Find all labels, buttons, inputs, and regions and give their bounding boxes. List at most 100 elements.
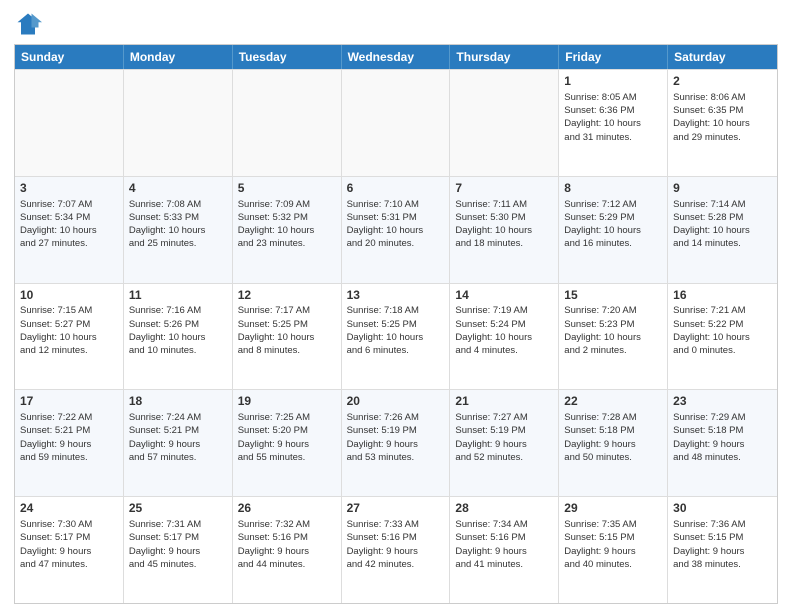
calendar-cell: 12Sunrise: 7:17 AM Sunset: 5:25 PM Dayli… [233,284,342,390]
day-info: Sunrise: 7:32 AM Sunset: 5:16 PM Dayligh… [238,519,310,570]
calendar-cell: 7 Sunrise: 7:11 AM Sunset: 5:30 PM Daylig… [450,177,559,283]
calendar-cell [15,70,124,176]
calendar-cell: 20 Sunrise: 7:26 AM Sunset: 5:19 PM Dayli… [342,390,451,496]
calendar-header-day: Sunday [15,45,124,69]
day-info: Sunrise: 7:09 AM Sunset: 5:32 PM Dayligh… [238,199,315,250]
day-info: Sunrise: 8:05 AM Sunset: 6:36 PM Dayligh… [564,92,641,143]
day-number: 29 [564,500,662,517]
day-number: 19 [238,393,336,410]
calendar-cell [233,70,342,176]
calendar-cell: 5 Sunrise: 7:09 AM Sunset: 5:32 PM Daylig… [233,177,342,283]
day-number: 21 [455,393,553,410]
calendar-cell: 29Sunrise: 7:35 AM Sunset: 5:15 PM Dayli… [559,497,668,603]
day-number: 27 [347,500,445,517]
day-info: Sunrise: 7:07 AM Sunset: 5:34 PM Dayligh… [20,199,97,250]
day-info: Sunrise: 7:36 AM Sunset: 5:15 PM Dayligh… [673,519,745,570]
day-info: Sunrise: 7:25 AM Sunset: 5:20 PM Dayligh… [238,412,310,463]
calendar-row: 17 Sunrise: 7:22 AM Sunset: 5:21 PM Dayli… [15,389,777,496]
calendar-cell: 16Sunrise: 7:21 AM Sunset: 5:22 PM Dayli… [668,284,777,390]
day-number: 23 [673,393,772,410]
day-info: Sunrise: 7:12 AM Sunset: 5:29 PM Dayligh… [564,199,641,250]
day-info: Sunrise: 7:15 AM Sunset: 5:27 PM Dayligh… [20,305,97,356]
calendar-row: 3 Sunrise: 7:07 AM Sunset: 5:34 PM Daylig… [15,176,777,283]
calendar-cell: 23 Sunrise: 7:29 AM Sunset: 5:18 PM Dayli… [668,390,777,496]
day-number: 16 [673,287,772,304]
calendar-cell [342,70,451,176]
day-number: 15 [564,287,662,304]
day-number: 18 [129,393,227,410]
day-info: Sunrise: 8:06 AM Sunset: 6:35 PM Dayligh… [673,92,750,143]
day-info: Sunrise: 7:16 AM Sunset: 5:26 PM Dayligh… [129,305,206,356]
day-info: Sunrise: 7:34 AM Sunset: 5:16 PM Dayligh… [455,519,527,570]
calendar-cell: 10Sunrise: 7:15 AM Sunset: 5:27 PM Dayli… [15,284,124,390]
calendar-row: 1 Sunrise: 8:05 AM Sunset: 6:36 PM Daylig… [15,69,777,176]
calendar-cell: 28Sunrise: 7:34 AM Sunset: 5:16 PM Dayli… [450,497,559,603]
calendar-header: SundayMondayTuesdayWednesdayThursdayFrid… [15,45,777,69]
logo [14,10,46,38]
calendar-cell: 21 Sunrise: 7:27 AM Sunset: 5:19 PM Dayli… [450,390,559,496]
day-number: 22 [564,393,662,410]
day-number: 24 [20,500,118,517]
calendar-cell: 4Sunrise: 7:08 AM Sunset: 5:33 PM Daylig… [124,177,233,283]
calendar-cell: 25 Sunrise: 7:31 AM Sunset: 5:17 PM Dayli… [124,497,233,603]
day-number: 2 [673,73,772,90]
calendar-cell [124,70,233,176]
calendar-cell: 11Sunrise: 7:16 AM Sunset: 5:26 PM Dayli… [124,284,233,390]
day-number: 5 [238,180,336,197]
day-info: Sunrise: 7:30 AM Sunset: 5:17 PM Dayligh… [20,519,92,570]
calendar-row: 24 Sunrise: 7:30 AM Sunset: 5:17 PM Dayli… [15,496,777,603]
day-number: 25 [129,500,227,517]
calendar-header-day: Friday [559,45,668,69]
calendar-row: 10Sunrise: 7:15 AM Sunset: 5:27 PM Dayli… [15,283,777,390]
calendar-cell: 27Sunrise: 7:33 AM Sunset: 5:16 PM Dayli… [342,497,451,603]
day-number: 30 [673,500,772,517]
day-info: Sunrise: 7:22 AM Sunset: 5:21 PM Dayligh… [20,412,92,463]
day-info: Sunrise: 7:26 AM Sunset: 5:19 PM Dayligh… [347,412,419,463]
calendar-cell: 30 Sunrise: 7:36 AM Sunset: 5:15 PM Dayli… [668,497,777,603]
calendar-cell: 24 Sunrise: 7:30 AM Sunset: 5:17 PM Dayli… [15,497,124,603]
day-number: 26 [238,500,336,517]
day-info: Sunrise: 7:31 AM Sunset: 5:17 PM Dayligh… [129,519,201,570]
calendar-header-day: Thursday [450,45,559,69]
calendar-cell: 1 Sunrise: 8:05 AM Sunset: 6:36 PM Daylig… [559,70,668,176]
day-info: Sunrise: 7:18 AM Sunset: 5:25 PM Dayligh… [347,305,424,356]
day-info: Sunrise: 7:29 AM Sunset: 5:18 PM Dayligh… [673,412,745,463]
calendar-cell: 2 Sunrise: 8:06 AM Sunset: 6:35 PM Daylig… [668,70,777,176]
calendar-cell: 15Sunrise: 7:20 AM Sunset: 5:23 PM Dayli… [559,284,668,390]
calendar-cell: 6 Sunrise: 7:10 AM Sunset: 5:31 PM Daylig… [342,177,451,283]
day-info: Sunrise: 7:28 AM Sunset: 5:18 PM Dayligh… [564,412,636,463]
day-number: 20 [347,393,445,410]
day-number: 1 [564,73,662,90]
day-info: Sunrise: 7:27 AM Sunset: 5:19 PM Dayligh… [455,412,527,463]
day-number: 7 [455,180,553,197]
day-info: Sunrise: 7:21 AM Sunset: 5:22 PM Dayligh… [673,305,750,356]
day-info: Sunrise: 7:10 AM Sunset: 5:31 PM Dayligh… [347,199,424,250]
calendar-header-day: Saturday [668,45,777,69]
day-number: 8 [564,180,662,197]
header [14,10,778,38]
day-number: 17 [20,393,118,410]
day-number: 3 [20,180,118,197]
calendar-cell: 14Sunrise: 7:19 AM Sunset: 5:24 PM Dayli… [450,284,559,390]
day-number: 13 [347,287,445,304]
day-number: 9 [673,180,772,197]
calendar-header-day: Monday [124,45,233,69]
day-info: Sunrise: 7:14 AM Sunset: 5:28 PM Dayligh… [673,199,750,250]
day-info: Sunrise: 7:19 AM Sunset: 5:24 PM Dayligh… [455,305,532,356]
day-number: 6 [347,180,445,197]
calendar: SundayMondayTuesdayWednesdayThursdayFrid… [14,44,778,604]
calendar-body: 1 Sunrise: 8:05 AM Sunset: 6:36 PM Daylig… [15,69,777,603]
logo-icon [14,10,42,38]
calendar-header-day: Tuesday [233,45,342,69]
calendar-header-day: Wednesday [342,45,451,69]
page: SundayMondayTuesdayWednesdayThursdayFrid… [0,0,792,612]
day-number: 4 [129,180,227,197]
day-number: 11 [129,287,227,304]
day-info: Sunrise: 7:20 AM Sunset: 5:23 PM Dayligh… [564,305,641,356]
day-number: 10 [20,287,118,304]
day-number: 14 [455,287,553,304]
day-info: Sunrise: 7:11 AM Sunset: 5:30 PM Dayligh… [455,199,532,250]
calendar-cell: 18Sunrise: 7:24 AM Sunset: 5:21 PM Dayli… [124,390,233,496]
calendar-cell: 26 Sunrise: 7:32 AM Sunset: 5:16 PM Dayli… [233,497,342,603]
calendar-cell [450,70,559,176]
